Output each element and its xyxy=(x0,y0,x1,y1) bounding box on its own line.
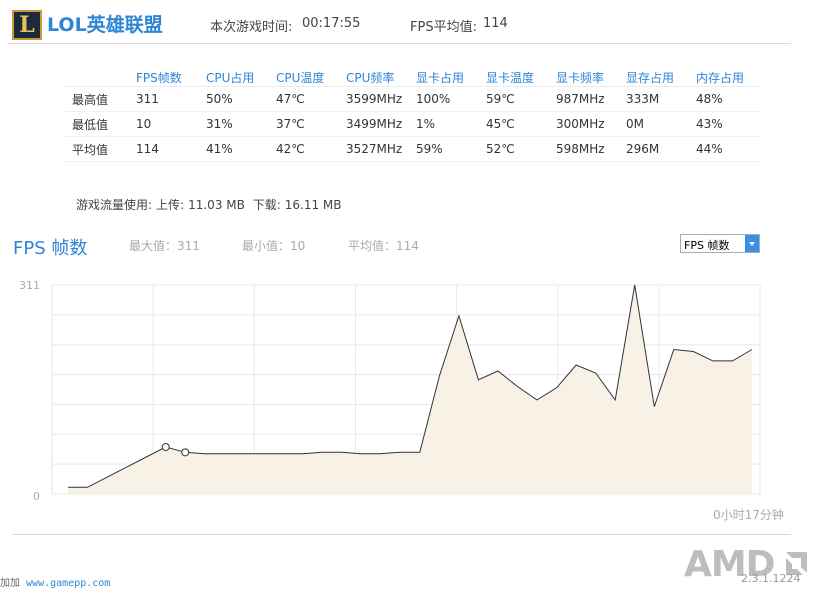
stats-column-header: CPU占用 xyxy=(202,68,272,87)
fps-average-value: 114 xyxy=(483,16,508,31)
stats-cell: 37℃ xyxy=(272,111,342,137)
stats-cell: 48% xyxy=(692,86,762,112)
chart-time-label: 0小时17分钟 xyxy=(713,508,784,522)
traffic-label: 游戏流量使用: xyxy=(76,198,153,212)
fps-data-point-marker xyxy=(161,442,170,451)
site-prefix: 加加 xyxy=(0,578,20,589)
stats-cell: 47℃ xyxy=(272,86,342,112)
download-value: 16.11 MB xyxy=(284,198,342,212)
stats-cell: 41% xyxy=(202,136,272,162)
metric-select-value: FPS 帧数 xyxy=(684,239,730,252)
bottom-divider xyxy=(12,534,791,535)
fps-panel-title: FPS 帧数 xyxy=(13,238,88,259)
header: L LOL英雄联盟 本次游戏时间: 00:17:55 FPS平均值: 114 xyxy=(0,0,822,48)
stats-cell: 42℃ xyxy=(272,136,342,162)
stats-column-header: 显卡温度 xyxy=(482,68,552,87)
stats-column-header: FPS帧数 xyxy=(132,68,202,87)
game-time-value: 00:17:55 xyxy=(302,16,361,31)
game-time-label: 本次游戏时间: xyxy=(210,20,293,35)
stats-header-row: FPS帧数 CPU占用 CPU温度 CPU频率 显卡占用 显卡温度 显卡频率 显存占用 内存占用 xyxy=(62,68,762,87)
stats-cell: 333M xyxy=(622,86,692,112)
upload-label: 上传: xyxy=(156,198,185,212)
stats-row: 最高值 311 50% 47℃ 3599MHz 100% 59℃ 987MHz 333M 48% xyxy=(62,86,762,112)
stats-cell: 987MHz xyxy=(552,86,622,112)
lol-logo-icon: L xyxy=(12,10,42,40)
stats-cell: 59% xyxy=(412,136,482,162)
stats-cell: 45℃ xyxy=(482,111,552,137)
fps-chart: 311 0 xyxy=(19,279,761,503)
fps-min-stat: 最小值：10 xyxy=(242,239,306,253)
stats-row-label: 最低值 xyxy=(62,111,132,137)
stats-cell: 114 xyxy=(132,136,202,162)
download-label: 下载: xyxy=(252,198,281,212)
stats-cell: 296M xyxy=(622,136,692,162)
stats-cell: 1% xyxy=(412,111,482,137)
stats-column-header: 显卡占用 xyxy=(412,68,482,87)
site-url[interactable]: www.gamepp.com xyxy=(26,578,110,589)
stats-column-header: 显卡频率 xyxy=(552,68,622,87)
stats-column-header: 显存占用 xyxy=(622,68,692,87)
stats-cell: 100% xyxy=(412,86,482,112)
stats-cell: 43% xyxy=(692,111,762,137)
y-axis-tick-label: 311 xyxy=(19,279,40,292)
app-title: LOL英雄联盟 xyxy=(47,14,163,36)
stats-column-header: 内存占用 xyxy=(692,68,762,87)
stats-cell: 3527MHz xyxy=(342,136,412,162)
fps-avg-stat: 平均值：114 xyxy=(348,239,419,253)
stats-row: 最低值 10 31% 37℃ 3499MHz 1% 45℃ 300MHz 0M 43% xyxy=(62,111,762,137)
fps-max-stat: 最大值：311 xyxy=(129,239,200,253)
metric-select[interactable]: FPS 帧数 xyxy=(680,234,760,253)
stats-cell: 52℃ xyxy=(482,136,552,162)
stats-cell: 3499MHz xyxy=(342,111,412,137)
traffic-summary: 游戏流量使用: 上传: 11.03 MB 下载: 16.11 MB xyxy=(76,196,346,213)
header-divider xyxy=(8,43,791,44)
stats-cell: 10 xyxy=(132,111,202,137)
stats-cell: 0M xyxy=(622,111,692,137)
upload-value: 11.03 MB xyxy=(188,198,245,212)
stats-row: 平均值 114 41% 42℃ 3527MHz 59% 52℃ 598MHz 296M 44% xyxy=(62,136,762,162)
stats-column-header: CPU温度 xyxy=(272,68,342,87)
stats-row-label: 平均值 xyxy=(62,136,132,162)
chevron-down-icon[interactable] xyxy=(745,235,759,252)
y-axis-tick-label: 0 xyxy=(33,490,40,503)
stats-cell: 59℃ xyxy=(482,86,552,112)
fps-average-label: FPS平均值: xyxy=(410,20,477,35)
stats-table: FPS帧数 CPU占用 CPU温度 CPU频率 显卡占用 显卡温度 显卡频率 显存占用 内存占用… xyxy=(62,68,762,162)
stats-cell: 300MHz xyxy=(552,111,622,137)
version-label: 2.3.1.1224 xyxy=(741,572,801,585)
stats-cell: 44% xyxy=(692,136,762,162)
stats-header-blank xyxy=(62,68,132,87)
stats-cell: 31% xyxy=(202,111,272,137)
stats-cell: 598MHz xyxy=(552,136,622,162)
stats-cell: 311 xyxy=(132,86,202,112)
fps-data-point-marker xyxy=(181,448,190,457)
stats-cell: 50% xyxy=(202,86,272,112)
stats-cell: 3599MHz xyxy=(342,86,412,112)
stats-column-header: CPU频率 xyxy=(342,68,412,87)
stats-row-label: 最高值 xyxy=(62,86,132,112)
